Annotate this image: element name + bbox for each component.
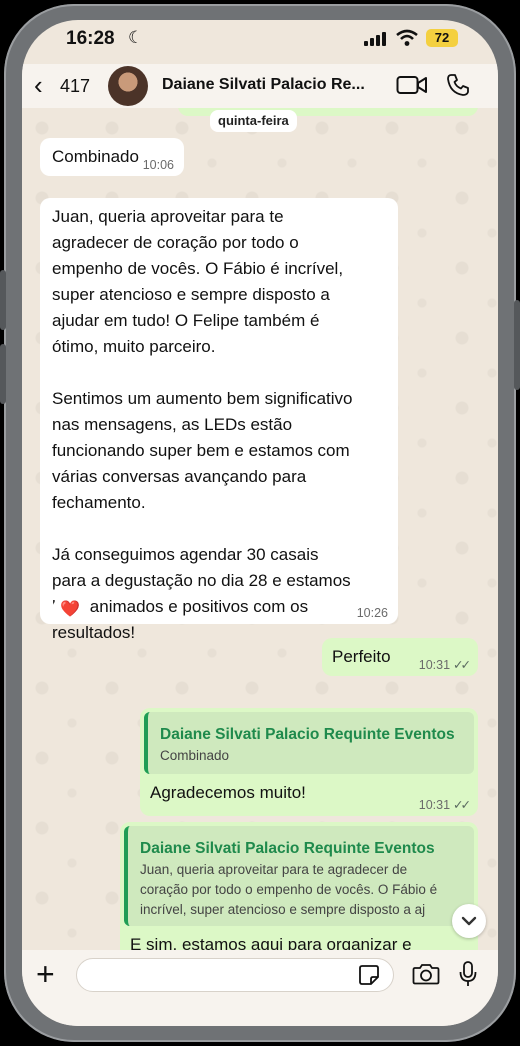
message-line: Já conseguimos agendar 30 casais [52,545,319,564]
contact-name[interactable]: Daiane Silvati Palacio Re... [162,76,365,94]
back-unread-count[interactable]: 417 [60,76,90,97]
screen: 16:28 ☾ 72 ‹ 417 Daiane Silvati Palacio … [22,20,498,1026]
video-camera-icon[interactable] [396,74,428,96]
message-line: funcionando super bem e estamos com [52,441,350,460]
double-check-icon: ✓✓ [453,658,471,672]
outgoing-message[interactable]: Perfeito 10:31 ✓✓ [322,638,478,676]
battery-indicator: 72 [426,29,458,47]
message-line: empenho de vocês. O Fábio é incrível, [52,259,344,278]
day-separator: quinta-feira [210,110,297,132]
quote-text: Juan, queria aproveitar para te agradece… [140,860,466,920]
side-button [514,300,520,390]
chevron-down-icon [461,916,477,926]
message-line: ajudar em tudo! O Felipe também é [52,311,320,330]
phone-icon[interactable] [446,73,470,97]
incoming-message[interactable]: Juan, queria aproveitar para te agradecer… [40,198,398,642]
outgoing-reply-message[interactable]: Daiane Silvati Palacio Requinte Eventos … [120,822,478,950]
scroll-to-bottom-button[interactable] [452,904,486,938]
quoted-message[interactable]: Daiane Silvati Palacio Requinte Eventos … [124,826,474,926]
input-bar: + [22,950,498,1026]
message-line [52,516,352,542]
quote-line: Juan, queria aproveitar para te agradece… [140,862,408,877]
quote-text: Combinado [160,748,230,763]
chat-header: ‹ 417 Daiane Silvati Palacio Re... [22,64,498,108]
status-bar: 16:28 ☾ 72 [22,20,498,64]
message-text: E sim, estamos aqui para organizar e [130,935,412,950]
message-input[interactable] [76,958,394,992]
quote-author: Daiane Silvati Palacio Requinte Eventos [160,726,455,743]
message-text: Agradecemos muito! [150,783,306,802]
message-time: 10:06 [142,158,174,172]
message-line: Juan, queria aproveitar para te [52,207,284,226]
message-time: 10:31 ✓✓ [418,658,471,672]
moon-icon: ☾ [128,28,144,47]
incoming-message[interactable]: Combinado 10:06 [40,138,184,176]
message-line: várias conversas avançando para [52,467,307,486]
message-line: agradecer de coração por todo o [52,233,299,252]
signal-icon [364,32,386,46]
message-line: super atencioso e sempre disposto a [52,285,330,304]
chat-area[interactable]: quinta-feira Combinado 10:06 Juan, queri… [22,108,498,950]
message-text: Juan, queria aproveitar para te agradecer… [52,204,352,646]
side-button [0,270,6,330]
message-line: ótimo, muito parceiro. [52,337,216,356]
avatar[interactable] [108,66,148,106]
quoted-message[interactable]: Daiane Silvati Palacio Requinte Eventos … [144,712,474,774]
message-time: 10:31 ✓✓ [418,798,471,812]
double-check-icon: ✓✓ [453,798,471,812]
quote-author: Daiane Silvati Palacio Requinte Eventos [140,840,435,857]
sticker-icon[interactable] [358,964,380,986]
plus-icon[interactable]: + [36,954,55,994]
message-line: para a degustação no dia 28 e estamos [52,571,351,590]
message-line: fechamento. [52,493,146,512]
message-line: nas mensagens, as LEDs estão [52,415,293,434]
message-line [52,360,352,386]
message-text: Combinado [52,147,139,166]
quote-line: incrível, super atencioso e sempre dispo… [140,902,426,917]
message-line: bem animados e positivos com os [52,597,309,616]
outgoing-reply-message[interactable]: Daiane Silvati Palacio Requinte Eventos … [140,708,478,816]
message-time: 10:26 [356,606,388,620]
heart-reaction[interactable]: ❤️ [52,596,88,624]
chevron-left-icon[interactable]: ‹ [34,72,43,98]
side-button [0,344,6,404]
message-line: resultados! [52,623,136,642]
camera-icon[interactable] [412,962,440,986]
message-line: Sentimos um aumento bem significativo [52,389,353,408]
quote-line: coração por todo o empenho de vocês. O F… [140,882,438,897]
wifi-icon [396,29,418,46]
status-time: 16:28 [66,28,115,49]
message-text: Perfeito [332,647,391,666]
microphone-icon[interactable] [458,960,478,988]
